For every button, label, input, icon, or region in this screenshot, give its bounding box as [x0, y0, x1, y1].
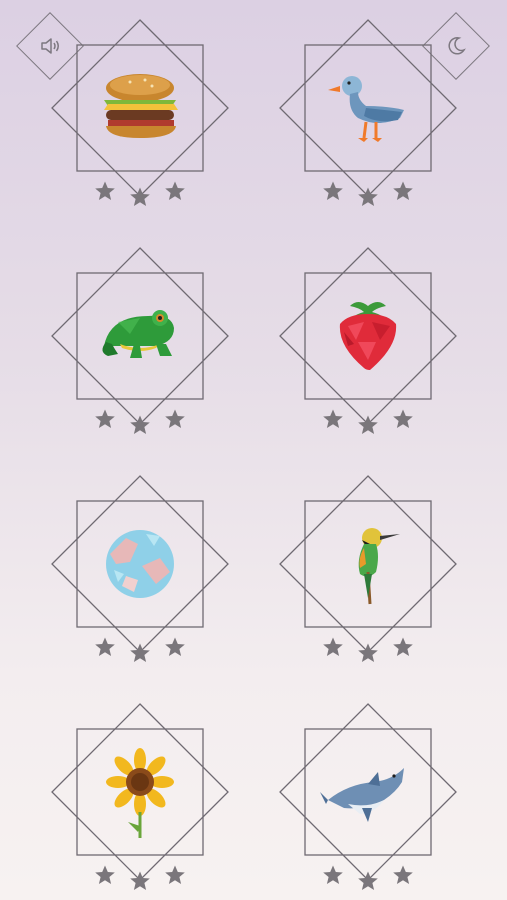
star-icon — [164, 864, 186, 886]
star-icon — [392, 408, 414, 430]
star-rating — [268, 180, 468, 210]
star-icon — [392, 636, 414, 658]
star-icon — [357, 186, 379, 208]
star-icon — [357, 870, 379, 892]
star-icon — [392, 864, 414, 886]
star-icon — [357, 414, 379, 436]
sunflower-icon — [106, 748, 174, 838]
star-rating — [268, 864, 468, 894]
planet-icon — [106, 530, 174, 598]
star-icon — [129, 414, 151, 436]
star-rating — [40, 180, 240, 210]
shark-icon — [320, 768, 404, 822]
star-rating — [268, 408, 468, 438]
star-icon — [164, 180, 186, 202]
star-rating — [40, 864, 240, 894]
star-rating — [40, 636, 240, 666]
level-card-bird[interactable] — [268, 464, 468, 664]
level-card-frog[interactable] — [40, 236, 240, 436]
star-icon — [164, 636, 186, 658]
bird-icon — [358, 528, 400, 605]
star-icon — [129, 870, 151, 892]
star-icon — [94, 864, 116, 886]
star-icon — [322, 636, 344, 658]
level-card-sunflower[interactable] — [40, 692, 240, 892]
star-icon — [164, 408, 186, 430]
level-card-duck[interactable] — [268, 8, 468, 208]
star-icon — [357, 642, 379, 664]
star-icon — [129, 642, 151, 664]
duck-icon — [328, 76, 404, 142]
star-icon — [322, 408, 344, 430]
star-icon — [94, 408, 116, 430]
frog-icon — [102, 310, 174, 358]
strawberry-icon — [339, 302, 397, 370]
star-icon — [94, 180, 116, 202]
star-rating — [40, 408, 240, 438]
level-card-burger[interactable] — [40, 8, 240, 208]
level-card-strawberry[interactable] — [268, 236, 468, 436]
star-icon — [392, 180, 414, 202]
burger-icon — [104, 74, 178, 138]
star-icon — [322, 180, 344, 202]
star-icon — [94, 636, 116, 658]
star-rating — [268, 636, 468, 666]
level-card-planet[interactable] — [40, 464, 240, 664]
star-icon — [129, 186, 151, 208]
star-icon — [322, 864, 344, 886]
level-card-shark[interactable] — [268, 692, 468, 892]
